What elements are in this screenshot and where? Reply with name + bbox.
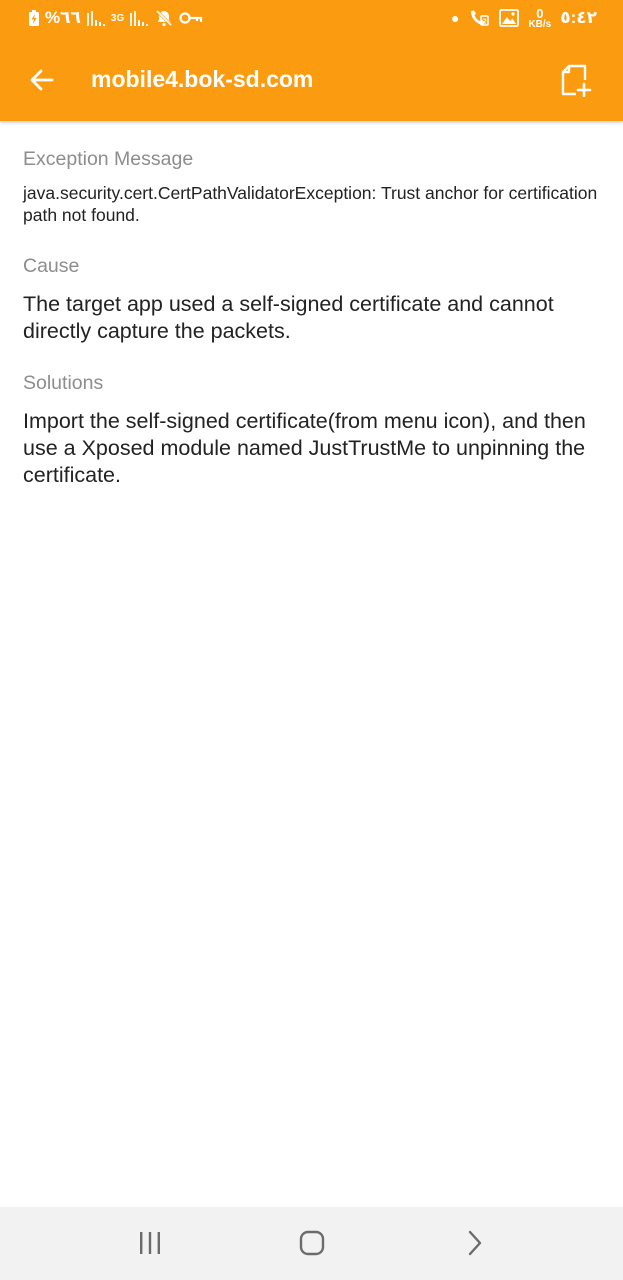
status-bar: %٦٦ 3G ● 2 0 KB/s ٥:٤٢ xyxy=(0,0,623,36)
status-bar-right: ● 2 0 KB/s ٥:٤٢ xyxy=(451,6,597,30)
back-chevron-icon xyxy=(468,1230,482,1256)
signal-icon xyxy=(86,9,106,27)
add-document-icon xyxy=(561,64,592,97)
wifi-call-icon: 2 xyxy=(468,8,490,28)
mute-icon xyxy=(154,8,174,28)
status-bar-left: %٦٦ 3G xyxy=(28,6,203,30)
signal-3g-icon xyxy=(129,9,149,27)
exception-message-label: Exception Message xyxy=(23,148,194,170)
clock: ٥:٤٢ xyxy=(560,8,597,27)
solutions-label: Solutions xyxy=(23,372,104,394)
system-back-button[interactable] xyxy=(449,1221,499,1265)
data-rate-value: 0 xyxy=(536,5,544,21)
back-button[interactable] xyxy=(24,62,60,98)
page-title: mobile4.bok-sd.com xyxy=(91,66,314,92)
home-icon xyxy=(299,1230,325,1256)
network-type-label: 3G xyxy=(110,12,125,24)
battery-charging-icon xyxy=(28,9,40,27)
arrow-back-icon xyxy=(30,69,54,91)
svg-text:2: 2 xyxy=(482,18,487,26)
home-button[interactable] xyxy=(287,1221,337,1265)
battery-percent: %٦٦ xyxy=(45,8,81,27)
solutions-text: Import the self-signed certificate(from … xyxy=(23,409,586,487)
import-certificate-button[interactable] xyxy=(556,60,596,100)
recents-button[interactable] xyxy=(125,1221,175,1265)
recents-icon xyxy=(140,1232,160,1254)
toolbar: mobile4.bok-sd.com xyxy=(0,36,623,121)
vpn-key-icon xyxy=(179,11,203,25)
cause-label: Cause xyxy=(23,255,80,277)
navigation-bar xyxy=(0,1207,623,1280)
network-type: 3G xyxy=(110,12,125,24)
error-details: Exception Message java.security.cert.Cer… xyxy=(23,122,603,489)
data-rate-indicator: 0 KB/s xyxy=(528,5,552,30)
app-bar: %٦٦ 3G ● 2 0 KB/s ٥:٤٢ mobile4.bok-sd.co… xyxy=(0,0,623,121)
gallery-icon xyxy=(499,9,520,27)
dot-icon: ● xyxy=(450,10,460,26)
exception-message-text: java.security.cert.CertPathValidatorExce… xyxy=(23,183,598,225)
cause-text: The target app used a self-signed certif… xyxy=(23,292,554,343)
data-rate-unit: KB/s xyxy=(528,18,552,30)
